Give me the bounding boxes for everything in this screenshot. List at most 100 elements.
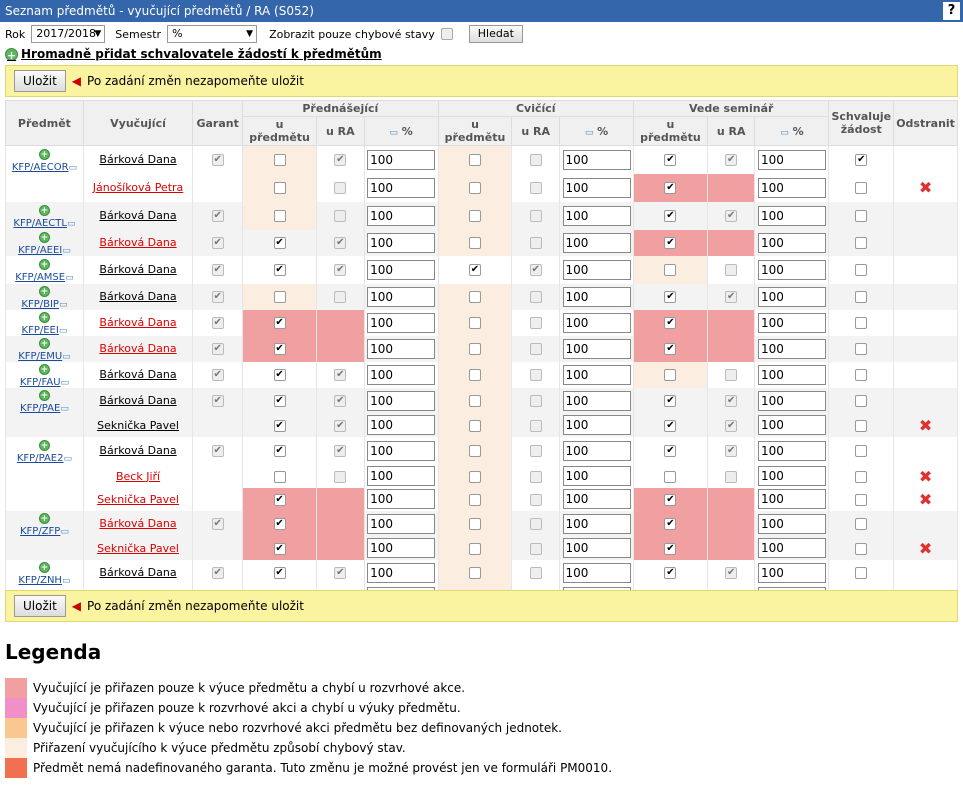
only-errors-checkbox[interactable] bbox=[440, 28, 453, 40]
cvicici-percent-input[interactable]: 100 bbox=[562, 338, 631, 359]
rok-select[interactable]: 2017/2018 ▼ bbox=[31, 25, 106, 43]
plus-icon[interactable]: + bbox=[38, 285, 50, 297]
teacher-link[interactable]: Bárková Dana bbox=[99, 444, 176, 457]
cv-upredmetu-checkbox[interactable] bbox=[468, 154, 481, 167]
approver-checkbox[interactable] bbox=[855, 291, 868, 303]
cvicici-percent-input[interactable]: 100 bbox=[562, 513, 631, 534]
subject-link[interactable]: KFP/ZNH bbox=[18, 575, 62, 586]
cv-upredmetu-checkbox[interactable] bbox=[468, 542, 481, 555]
seminar-percent-input[interactable]: 100 bbox=[757, 562, 826, 583]
subject-link[interactable]: KFP/AECTL bbox=[13, 218, 67, 229]
cv-upredmetu-checkbox[interactable] bbox=[468, 493, 481, 506]
save-button[interactable]: Uložit bbox=[14, 595, 66, 617]
seminar-percent-input[interactable]: 100 bbox=[757, 177, 826, 198]
approver-checkbox[interactable] bbox=[855, 237, 868, 249]
subject-link[interactable]: KFP/BIP bbox=[21, 299, 59, 310]
se-upredmetu-checkbox[interactable]: ✔ bbox=[664, 493, 677, 506]
teacher-link[interactable]: Beck Jiří bbox=[116, 470, 160, 483]
plus-icon[interactable]: + bbox=[38, 337, 50, 349]
se-upredmetu-checkbox[interactable] bbox=[664, 264, 677, 276]
cvicici-percent-input[interactable]: 100 bbox=[562, 489, 631, 509]
pr-upredmetu-checkbox[interactable]: ✔ bbox=[273, 445, 286, 457]
comment-icon[interactable]: ▭ bbox=[62, 352, 71, 362]
pr-upredmetu-checkbox[interactable] bbox=[273, 154, 286, 167]
approver-checkbox[interactable] bbox=[855, 493, 868, 506]
cvicici-percent-input[interactable]: 100 bbox=[562, 364, 631, 385]
cvicici-percent-input[interactable]: 100 bbox=[562, 312, 631, 333]
se-upredmetu-checkbox[interactable]: ✔ bbox=[664, 182, 677, 194]
subject-link[interactable]: KFP/ZFP bbox=[20, 526, 60, 537]
teacher-link[interactable]: Bárková Dana bbox=[99, 394, 176, 407]
se-upredmetu-checkbox[interactable]: ✔ bbox=[664, 445, 677, 457]
pr-upredmetu-checkbox[interactable]: ✔ bbox=[273, 343, 286, 355]
teacher-link[interactable]: Bárková Dana bbox=[99, 316, 176, 329]
teacher-link[interactable]: Bárková Dana bbox=[99, 236, 176, 249]
seminar-percent-input[interactable]: 100 bbox=[757, 364, 826, 385]
approver-checkbox[interactable] bbox=[855, 419, 868, 432]
cvicici-percent-input[interactable]: 100 bbox=[562, 177, 631, 198]
approver-checkbox[interactable] bbox=[855, 210, 868, 222]
teacher-link[interactable]: Bárková Dana bbox=[99, 209, 176, 222]
pr-upredmetu-checkbox[interactable]: ✔ bbox=[273, 317, 286, 329]
pr-upredmetu-checkbox[interactable]: ✔ bbox=[273, 395, 286, 407]
pr-upredmetu-checkbox[interactable]: ✔ bbox=[273, 369, 286, 381]
pr-upredmetu-checkbox[interactable] bbox=[273, 470, 286, 483]
teacher-link[interactable]: Seknička Pavel bbox=[97, 542, 179, 555]
seminar-percent-input[interactable]: 100 bbox=[757, 466, 826, 486]
prednasejici-percent-input[interactable]: 100 bbox=[367, 513, 436, 534]
cvicici-percent-input[interactable]: 100 bbox=[562, 390, 631, 411]
prednasejici-percent-input[interactable]: 100 bbox=[367, 232, 436, 253]
seminar-percent-input[interactable]: 100 bbox=[757, 415, 826, 435]
search-button[interactable]: Hledat bbox=[468, 25, 523, 43]
se-upredmetu-checkbox[interactable]: ✔ bbox=[664, 317, 677, 329]
pr-upredmetu-checkbox[interactable]: ✔ bbox=[273, 518, 286, 530]
prednasejici-percent-input[interactable]: 100 bbox=[367, 338, 436, 359]
delete-icon[interactable]: ✖ bbox=[919, 416, 932, 435]
plus-icon[interactable]: + bbox=[38, 258, 50, 270]
prednasejici-percent-input[interactable]: 100 bbox=[367, 562, 436, 583]
comment-icon[interactable]: ▭ bbox=[69, 163, 78, 173]
plus-icon[interactable]: + bbox=[38, 363, 50, 375]
se-upredmetu-checkbox[interactable]: ✔ bbox=[664, 518, 677, 530]
subject-link[interactable]: KFP/AECOR bbox=[12, 162, 69, 173]
prednasejici-percent-input[interactable]: 100 bbox=[367, 415, 436, 435]
cv-upredmetu-checkbox[interactable] bbox=[468, 182, 481, 194]
comment-icon[interactable]: ▭ bbox=[63, 454, 72, 464]
se-upredmetu-checkbox[interactable]: ✔ bbox=[664, 542, 677, 555]
se-upredmetu-checkbox[interactable]: ✔ bbox=[664, 154, 677, 167]
cvicici-percent-input[interactable]: 100 bbox=[562, 538, 631, 558]
comment-icon[interactable]: ▭ bbox=[62, 246, 71, 256]
plus-icon[interactable]: + bbox=[38, 389, 50, 401]
cvicici-percent-input[interactable]: 100 bbox=[562, 205, 631, 226]
se-upredmetu-checkbox[interactable]: ✔ bbox=[664, 395, 677, 407]
prednasejici-percent-input[interactable]: 100 bbox=[367, 489, 436, 509]
teacher-link[interactable]: Bárková Dana bbox=[99, 342, 176, 355]
delete-icon[interactable]: ✖ bbox=[919, 467, 932, 486]
seminar-percent-input[interactable]: 100 bbox=[757, 513, 826, 534]
subject-link[interactable]: KFP/PAE2 bbox=[17, 453, 64, 464]
cvicici-percent-input[interactable]: 100 bbox=[562, 415, 631, 435]
comment-icon[interactable]: ▭ bbox=[67, 219, 76, 229]
save-button[interactable]: Uložit bbox=[14, 70, 66, 92]
plus-icon[interactable]: + bbox=[38, 231, 50, 243]
cv-upredmetu-checkbox[interactable] bbox=[468, 470, 481, 483]
cv-upredmetu-checkbox[interactable] bbox=[468, 291, 481, 303]
approver-checkbox[interactable] bbox=[855, 395, 868, 407]
cvicici-percent-input[interactable]: 100 bbox=[562, 286, 631, 307]
prednasejici-percent-input[interactable]: 100 bbox=[367, 286, 436, 307]
approver-checkbox[interactable] bbox=[855, 343, 868, 355]
subject-link[interactable]: KFP/AEEI bbox=[18, 245, 62, 256]
teacher-link[interactable]: Seknička Pavel bbox=[97, 419, 179, 432]
subject-link[interactable]: KFP/EEI bbox=[22, 325, 59, 336]
pr-upredmetu-checkbox[interactable] bbox=[273, 182, 286, 194]
prednasejici-percent-input[interactable]: 100 bbox=[367, 259, 436, 280]
prednasejici-percent-input[interactable]: 100 bbox=[367, 390, 436, 411]
approver-checkbox[interactable]: ✔ bbox=[855, 154, 868, 167]
se-upredmetu-checkbox[interactable]: ✔ bbox=[664, 210, 677, 222]
subject-link[interactable]: KFP/EMU bbox=[18, 351, 62, 362]
seminar-percent-input[interactable]: 100 bbox=[757, 232, 826, 253]
cvicici-percent-input[interactable]: 100 bbox=[562, 562, 631, 583]
cv-upredmetu-checkbox[interactable] bbox=[468, 369, 481, 381]
se-upredmetu-checkbox[interactable] bbox=[664, 470, 677, 483]
approver-checkbox[interactable] bbox=[855, 264, 868, 276]
